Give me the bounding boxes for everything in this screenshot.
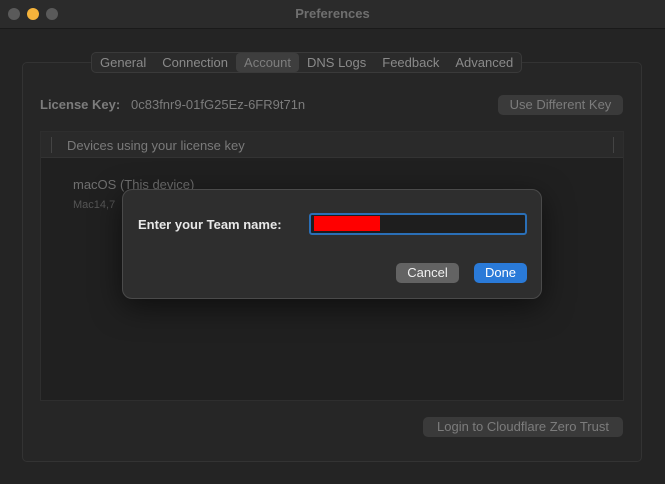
tab-advanced[interactable]: Advanced	[447, 53, 521, 72]
tab-bar: General Connection Account DNS Logs Feed…	[91, 52, 523, 73]
license-key-label: License Key:	[40, 97, 121, 112]
window-title: Preferences	[295, 6, 370, 21]
tab-feedback[interactable]: Feedback	[374, 53, 447, 72]
tab-connection[interactable]: Connection	[154, 53, 236, 72]
team-name-dialog: Enter your Team name: Cancel Done	[122, 189, 542, 299]
team-name-label: Enter your Team name:	[138, 217, 282, 232]
tab-general[interactable]: General	[92, 53, 154, 72]
device-detail: Mac14,7	[73, 199, 116, 211]
column-separator	[51, 137, 52, 153]
column-separator	[613, 137, 614, 153]
tab-account[interactable]: Account	[236, 53, 300, 72]
done-button[interactable]: Done	[474, 263, 527, 283]
devices-table-header: Devices using your license key	[41, 132, 623, 158]
use-different-key-button[interactable]: Use Different Key	[498, 95, 623, 115]
redaction-block	[314, 216, 380, 231]
login-zero-trust-button[interactable]: Login to Cloudflare Zero Trust	[423, 417, 623, 437]
title-bar: Preferences	[0, 0, 665, 29]
tab-dns-logs[interactable]: DNS Logs	[299, 53, 374, 72]
cancel-button[interactable]: Cancel	[396, 263, 459, 283]
license-key-value: 0c83fnr9-01fG25Ez-6FR9t71n	[131, 97, 306, 112]
preferences-window: Preferences General Connection Account D…	[0, 0, 665, 484]
devices-column-header: Devices using your license key	[67, 138, 245, 153]
